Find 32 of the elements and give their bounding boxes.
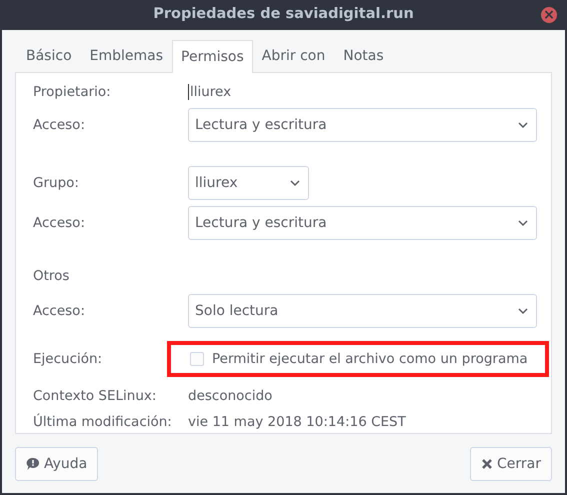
chevron-icon xyxy=(518,308,528,314)
help-button[interactable]: Ayuda xyxy=(15,447,98,481)
field-label: Propietario: xyxy=(33,82,112,102)
tab[interactable]: Emblemas xyxy=(80,40,172,72)
field-value: desconocido xyxy=(188,388,272,404)
chevron-icon xyxy=(518,122,528,128)
section-label: Otros xyxy=(33,266,70,286)
speech-bubble-icon xyxy=(26,457,40,471)
field-label: Ejecución: xyxy=(33,350,104,369)
dropdown[interactable]: Lectura y escritura xyxy=(188,108,537,142)
dropdown[interactable]: Solo lectura xyxy=(188,294,537,328)
tab[interactable]: Básico xyxy=(17,40,81,72)
field-label: Acceso: xyxy=(33,116,86,135)
dropdown[interactable]: Lectura y escritura xyxy=(188,206,537,240)
dropdown[interactable]: lliurex xyxy=(188,166,309,200)
field-label: Acceso: xyxy=(33,302,86,321)
field-label: Acceso: xyxy=(33,214,86,233)
close-button[interactable]: × xyxy=(541,7,557,23)
chevron-icon xyxy=(518,220,528,226)
chevron-icon xyxy=(290,180,300,186)
field-value: lliurex xyxy=(188,84,232,100)
window-title: Propiedades de saviadigital.run xyxy=(153,5,414,24)
field-value: vie 11 may 2018 10:14:16 CEST xyxy=(188,414,406,430)
tab[interactable]: Permisos xyxy=(172,40,253,73)
close-icon xyxy=(481,458,493,470)
tab[interactable]: Abrir con xyxy=(252,40,334,72)
close-button[interactable]: Cerrar xyxy=(470,447,552,481)
checkbox[interactable]: Permitir ejecutar el archivo como un programa xyxy=(190,349,528,370)
tab[interactable]: Notas xyxy=(334,40,393,72)
field-label: Grupo: xyxy=(33,174,80,193)
field-label: Última modificación: xyxy=(33,412,173,432)
field-label: Contexto SELinux: xyxy=(33,387,158,406)
